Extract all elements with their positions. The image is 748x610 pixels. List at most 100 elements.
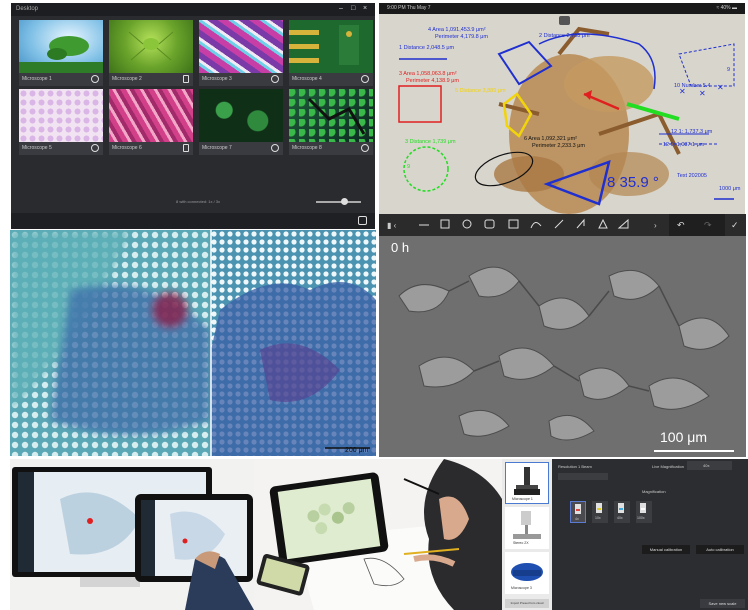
sidebar-item-label: Microscope 3 (511, 586, 532, 590)
camera-icon[interactable] (559, 16, 570, 25)
thumbnail-image (289, 89, 373, 142)
zoom-slider-handle[interactable] (341, 198, 348, 205)
thumbnail-image (109, 89, 193, 142)
sidebar-item-label: Stereo 2X (513, 541, 529, 545)
distance-label: 2 Distance 2,738 μm (539, 33, 590, 39)
svg-text:↷: ↷ (704, 220, 712, 230)
split-comparison-view: 200 μm (10, 230, 376, 456)
card-label: Microscope 7 (202, 145, 232, 151)
minimize-button[interactable]: – (339, 5, 343, 12)
student-photo (254, 459, 502, 610)
svg-text:✕: ✕ (699, 89, 706, 98)
trash-icon[interactable] (183, 75, 189, 83)
sidebar-item-stereo[interactable]: Stereo 2X (505, 507, 549, 549)
scale-label: 100 μm (660, 429, 707, 445)
app-footer (11, 213, 375, 229)
svg-text:›: › (654, 221, 657, 230)
thumbnail-image (199, 89, 283, 142)
microscope-card[interactable]: Microscope 7 (199, 89, 283, 155)
thumbnail-image (199, 20, 283, 73)
distance-label: 1 Distance 2,048.5 μm (399, 45, 455, 51)
perimeter-label: Perimeter 4,179.8 μm (435, 34, 488, 40)
settings-icon[interactable] (271, 75, 279, 83)
import-preset-button[interactable]: Import Preset from cloud (505, 599, 549, 608)
cell-culture-view: ↶ ↷ ✓ ▮ ‹ › 0 h 100 μm (379, 214, 746, 457)
maximize-button[interactable]: □ (351, 5, 355, 12)
marker-label: 9 (727, 67, 731, 73)
save-scale-button[interactable]: Save new scale (700, 599, 745, 608)
distance-label: 3 Distance 1,739 μm (405, 139, 456, 145)
zoom-slider[interactable] (316, 201, 361, 203)
window-title-bar: Desktop (11, 3, 375, 16)
thumbnail-image (109, 20, 193, 73)
card-label: Microscope 6 (112, 145, 142, 151)
settings-icon[interactable] (91, 144, 99, 152)
microscope-card[interactable]: Microscope 8 (289, 89, 373, 155)
annotation-toolbar: ↶ ↷ ✓ ▮ ‹ › (379, 214, 746, 236)
window-title: Desktop (16, 6, 39, 12)
microscope-card[interactable]: Microscope 5 (19, 89, 103, 155)
close-button[interactable]: × (363, 5, 367, 12)
settings-icon[interactable] (91, 75, 99, 83)
microscope-card[interactable]: Microscope 6 (109, 89, 193, 155)
perimeter-label: Perimeter 4,138.9 μm (406, 78, 459, 84)
trash-icon[interactable] (183, 144, 189, 152)
card-label: Microscope 1 (22, 76, 52, 82)
microscope-card[interactable]: Microscope 2 (109, 20, 193, 86)
card-label: Microscope 5 (22, 145, 52, 151)
status-text: 8 with connected: 1x / 3x (176, 199, 221, 204)
text-annotation: Text 202005 (677, 173, 707, 179)
calibration-panel: Microscope 1 Stereo 2X Microscope 3 Impo… (502, 459, 748, 610)
marker-label: 9 (407, 164, 411, 170)
settings-icon[interactable] (361, 144, 369, 152)
objective-40x[interactable]: 40x (614, 501, 630, 523)
distance-label: 5 Distance 3,889 μm (455, 88, 506, 94)
thumbnail-image (19, 89, 103, 142)
measurement-view: 9:00 PM Thu May 7 ≈ 40% ▬ ✕ ✕ ✕ 4 Area 1… (379, 3, 745, 231)
manual-calibration-button[interactable]: Manual calibration (642, 545, 690, 554)
live-magnification-select[interactable]: 40x (687, 461, 732, 470)
card-label: Microscope 4 (292, 76, 322, 82)
thumbnail-image (19, 20, 103, 73)
battery-status: ≈ 40% ▬ (716, 5, 737, 11)
thumbnail-image (289, 20, 373, 73)
microscope-app-window: Desktop – □ × Microscope 1 Microscope 2 … (11, 3, 375, 229)
distance-label: 12 0: 1,087.1 μm (663, 142, 705, 148)
student-tablet-photo (254, 459, 502, 610)
sidebar-item-microscope-3[interactable]: Microscope 3 (505, 552, 549, 594)
svg-text:▮ ‹: ▮ ‹ (387, 221, 397, 230)
settings-icon[interactable] (271, 144, 279, 152)
time-label: 0 h (391, 240, 410, 255)
card-label: Microscope 8 (292, 145, 322, 151)
split-image (10, 230, 376, 456)
magnification-label: Magnification (642, 489, 666, 494)
sidebar-item-label: Microscope 1 (512, 497, 533, 501)
area-label: 6 Area 1,092,321 μm² (524, 136, 578, 142)
area-label: 4 Area 1,091,453.9 μm² (428, 27, 486, 33)
cell-image (379, 236, 746, 457)
svg-text:↶: ↶ (677, 220, 685, 230)
objective-10x[interactable]: 10x (592, 501, 608, 523)
microscope-card[interactable]: Microscope 4 (289, 20, 373, 86)
settings-icon[interactable] (361, 75, 369, 83)
resolution-select[interactable] (558, 473, 608, 480)
objective-4x[interactable]: 4x (570, 501, 586, 523)
scale-label: 200 μm (345, 447, 369, 454)
sidebar-item-microscope-1[interactable]: Microscope 1 (505, 462, 549, 504)
distance-label: 12 1: 1,737.3 μm (671, 129, 713, 135)
microscope-card[interactable]: Microscope 3 (199, 20, 283, 86)
monitor-tablet-photo (10, 459, 254, 610)
svg-text:✕: ✕ (717, 83, 724, 92)
area-label: 3 Area 1,058,063.8 μm² (399, 71, 457, 77)
auto-calibration-button[interactable]: Auto calibration (696, 545, 744, 554)
capture-icon[interactable] (358, 216, 367, 225)
status-time: 9:00 PM Thu May 7 (387, 5, 431, 11)
microscope-card[interactable]: Microscope 1 (19, 20, 103, 86)
live-magnification-label: Live Magnification (652, 464, 685, 469)
card-label: Microscope 3 (202, 76, 232, 82)
svg-text:✓: ✓ (731, 220, 739, 230)
resolution-value[interactable]: 1 Beam (578, 464, 592, 469)
objective-100x[interactable]: 100x (636, 501, 652, 523)
tablet-status-bar: 9:00 PM Thu May 7 ≈ 40% ▬ (379, 3, 745, 14)
microscope-sidebar: Microscope 1 Stereo 2X Microscope 3 Impo… (502, 459, 552, 610)
